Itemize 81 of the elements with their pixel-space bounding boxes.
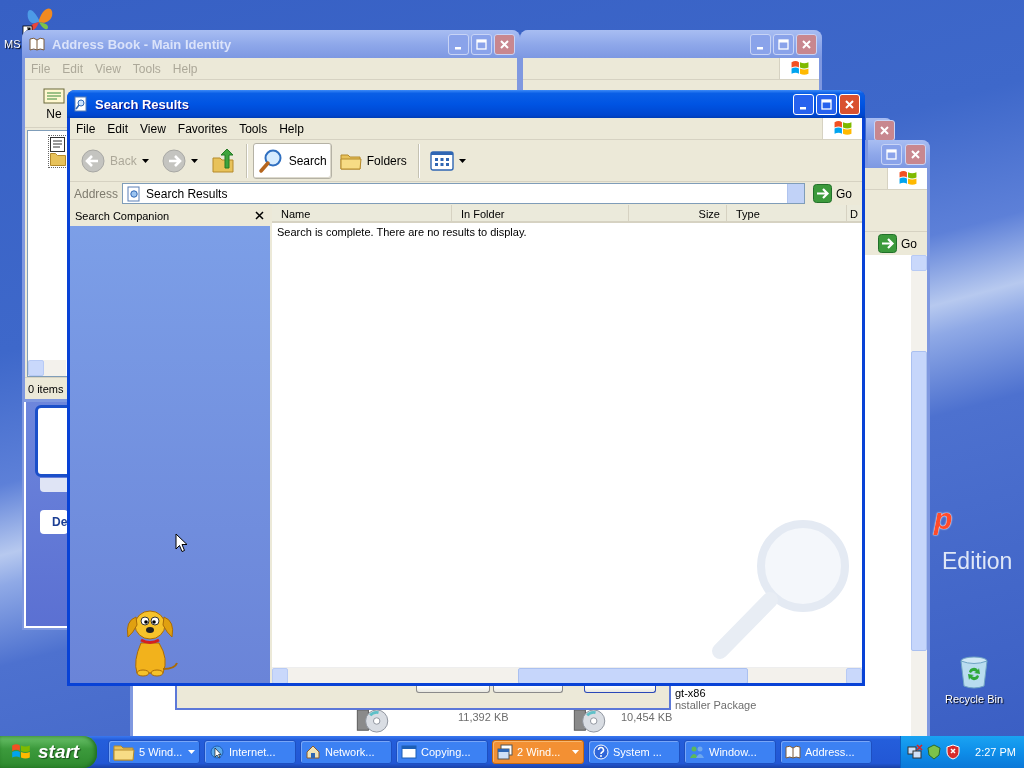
network-status-icon	[907, 744, 923, 760]
horizontal-scrollbar[interactable]	[272, 667, 862, 683]
menu-item[interactable]: Edit	[101, 118, 135, 139]
tray-shield-icon	[926, 744, 942, 760]
taskbar-button[interactable]: Address...	[780, 740, 872, 764]
search-icon	[257, 147, 284, 174]
caret-icon	[572, 750, 579, 754]
views-grid-icon	[429, 150, 454, 171]
status-message: Search is complete. There are no results to display.	[276, 225, 528, 240]
go-arrow-icon	[813, 184, 832, 203]
dialog-button[interactable]: De	[40, 510, 68, 534]
caret-icon	[188, 750, 195, 754]
taskbar-button[interactable]: Network...	[300, 740, 392, 764]
file-size: 11,392 KB	[458, 711, 509, 723]
book-icon	[785, 744, 801, 760]
menu-item[interactable]: File	[70, 118, 102, 139]
scroll-thumb[interactable]	[911, 351, 927, 651]
desktop-icon-label[interactable]: MS	[4, 38, 21, 50]
dialog-button[interactable]	[416, 686, 490, 693]
column-header[interactable]: Size	[629, 205, 727, 223]
caret-icon	[458, 158, 466, 163]
column-header[interactable]: In Folder	[452, 205, 629, 223]
taskbar-button[interactable]: 5 Wind...	[108, 740, 200, 764]
taskbar-button[interactable]: System ...	[588, 740, 680, 764]
folder-icon	[113, 742, 135, 762]
taskbar-button[interactable]: Copying...	[396, 740, 488, 764]
taskbar-button[interactable]: Internet...	[204, 740, 296, 764]
menu-item[interactable]: Favorites	[171, 118, 234, 139]
status-text: 0 items	[28, 382, 64, 395]
search-window-icon	[73, 96, 89, 112]
file-type: nstaller Package	[675, 699, 757, 711]
column-header[interactable]: Name	[272, 205, 452, 223]
dialog-button[interactable]	[584, 686, 656, 693]
menu-item[interactable]: View	[134, 118, 172, 139]
column-header[interactable]: D	[847, 205, 862, 223]
globe-cursor-icon	[209, 744, 225, 760]
wallpaper-caption: Edition	[942, 548, 1013, 575]
close-pane-button[interactable]	[253, 209, 265, 222]
folder-icon	[50, 152, 66, 166]
network-icon	[305, 744, 321, 760]
scroll-thumb[interactable]	[518, 668, 748, 683]
disc-icon	[572, 709, 608, 733]
window-stack-icon	[497, 744, 513, 760]
window-title: Address Book - Main Identity	[51, 36, 233, 52]
folder-up-icon	[210, 147, 235, 174]
search-button[interactable]: Search	[252, 142, 332, 179]
go-button[interactable]: Go	[809, 184, 858, 203]
people-icon	[689, 744, 705, 760]
window-icon	[401, 744, 417, 760]
file-name: gt-x86	[675, 687, 707, 699]
menu-item[interactable]: Tools	[233, 118, 274, 139]
help-icon	[593, 744, 609, 760]
mouse-pointer-icon	[175, 533, 188, 553]
caret-icon	[141, 158, 149, 163]
disc-icon	[355, 709, 391, 733]
wallpaper-logo-text: p	[934, 502, 953, 536]
vertical-scrollbar[interactable]	[911, 255, 927, 736]
recycle-bin-icon	[958, 655, 990, 689]
page-icon	[126, 185, 143, 202]
start-button[interactable]: start	[0, 736, 97, 768]
caret-icon	[190, 158, 198, 163]
new-contact-button[interactable]: Ne	[39, 86, 69, 121]
security-shield-icon	[945, 744, 961, 760]
pane-title: Search Companion	[75, 209, 170, 222]
address-label: Address	[74, 186, 119, 201]
address-field[interactable]: Search Results	[122, 183, 805, 204]
book-icon	[28, 36, 46, 52]
contact-card-icon	[43, 86, 65, 105]
horizontal-scrollbar[interactable]	[28, 360, 66, 376]
window-title: Search Results	[94, 96, 190, 112]
desktop-icon-label[interactable]: Recycle Bin	[944, 693, 1004, 705]
column-header[interactable]: Type	[727, 205, 847, 223]
windows-flag-icon	[10, 742, 32, 762]
menu-item[interactable]: Help	[273, 118, 310, 139]
taskbar-button[interactable]: Window...	[684, 740, 776, 764]
go-arrow-icon	[878, 234, 897, 253]
address-book-icon	[50, 137, 65, 152]
clock: 2:27 PM	[975, 746, 1016, 758]
file-size: 10,454 KB	[621, 711, 674, 723]
folders-button[interactable]: Folders	[334, 142, 412, 179]
dialog-button[interactable]	[493, 686, 563, 693]
